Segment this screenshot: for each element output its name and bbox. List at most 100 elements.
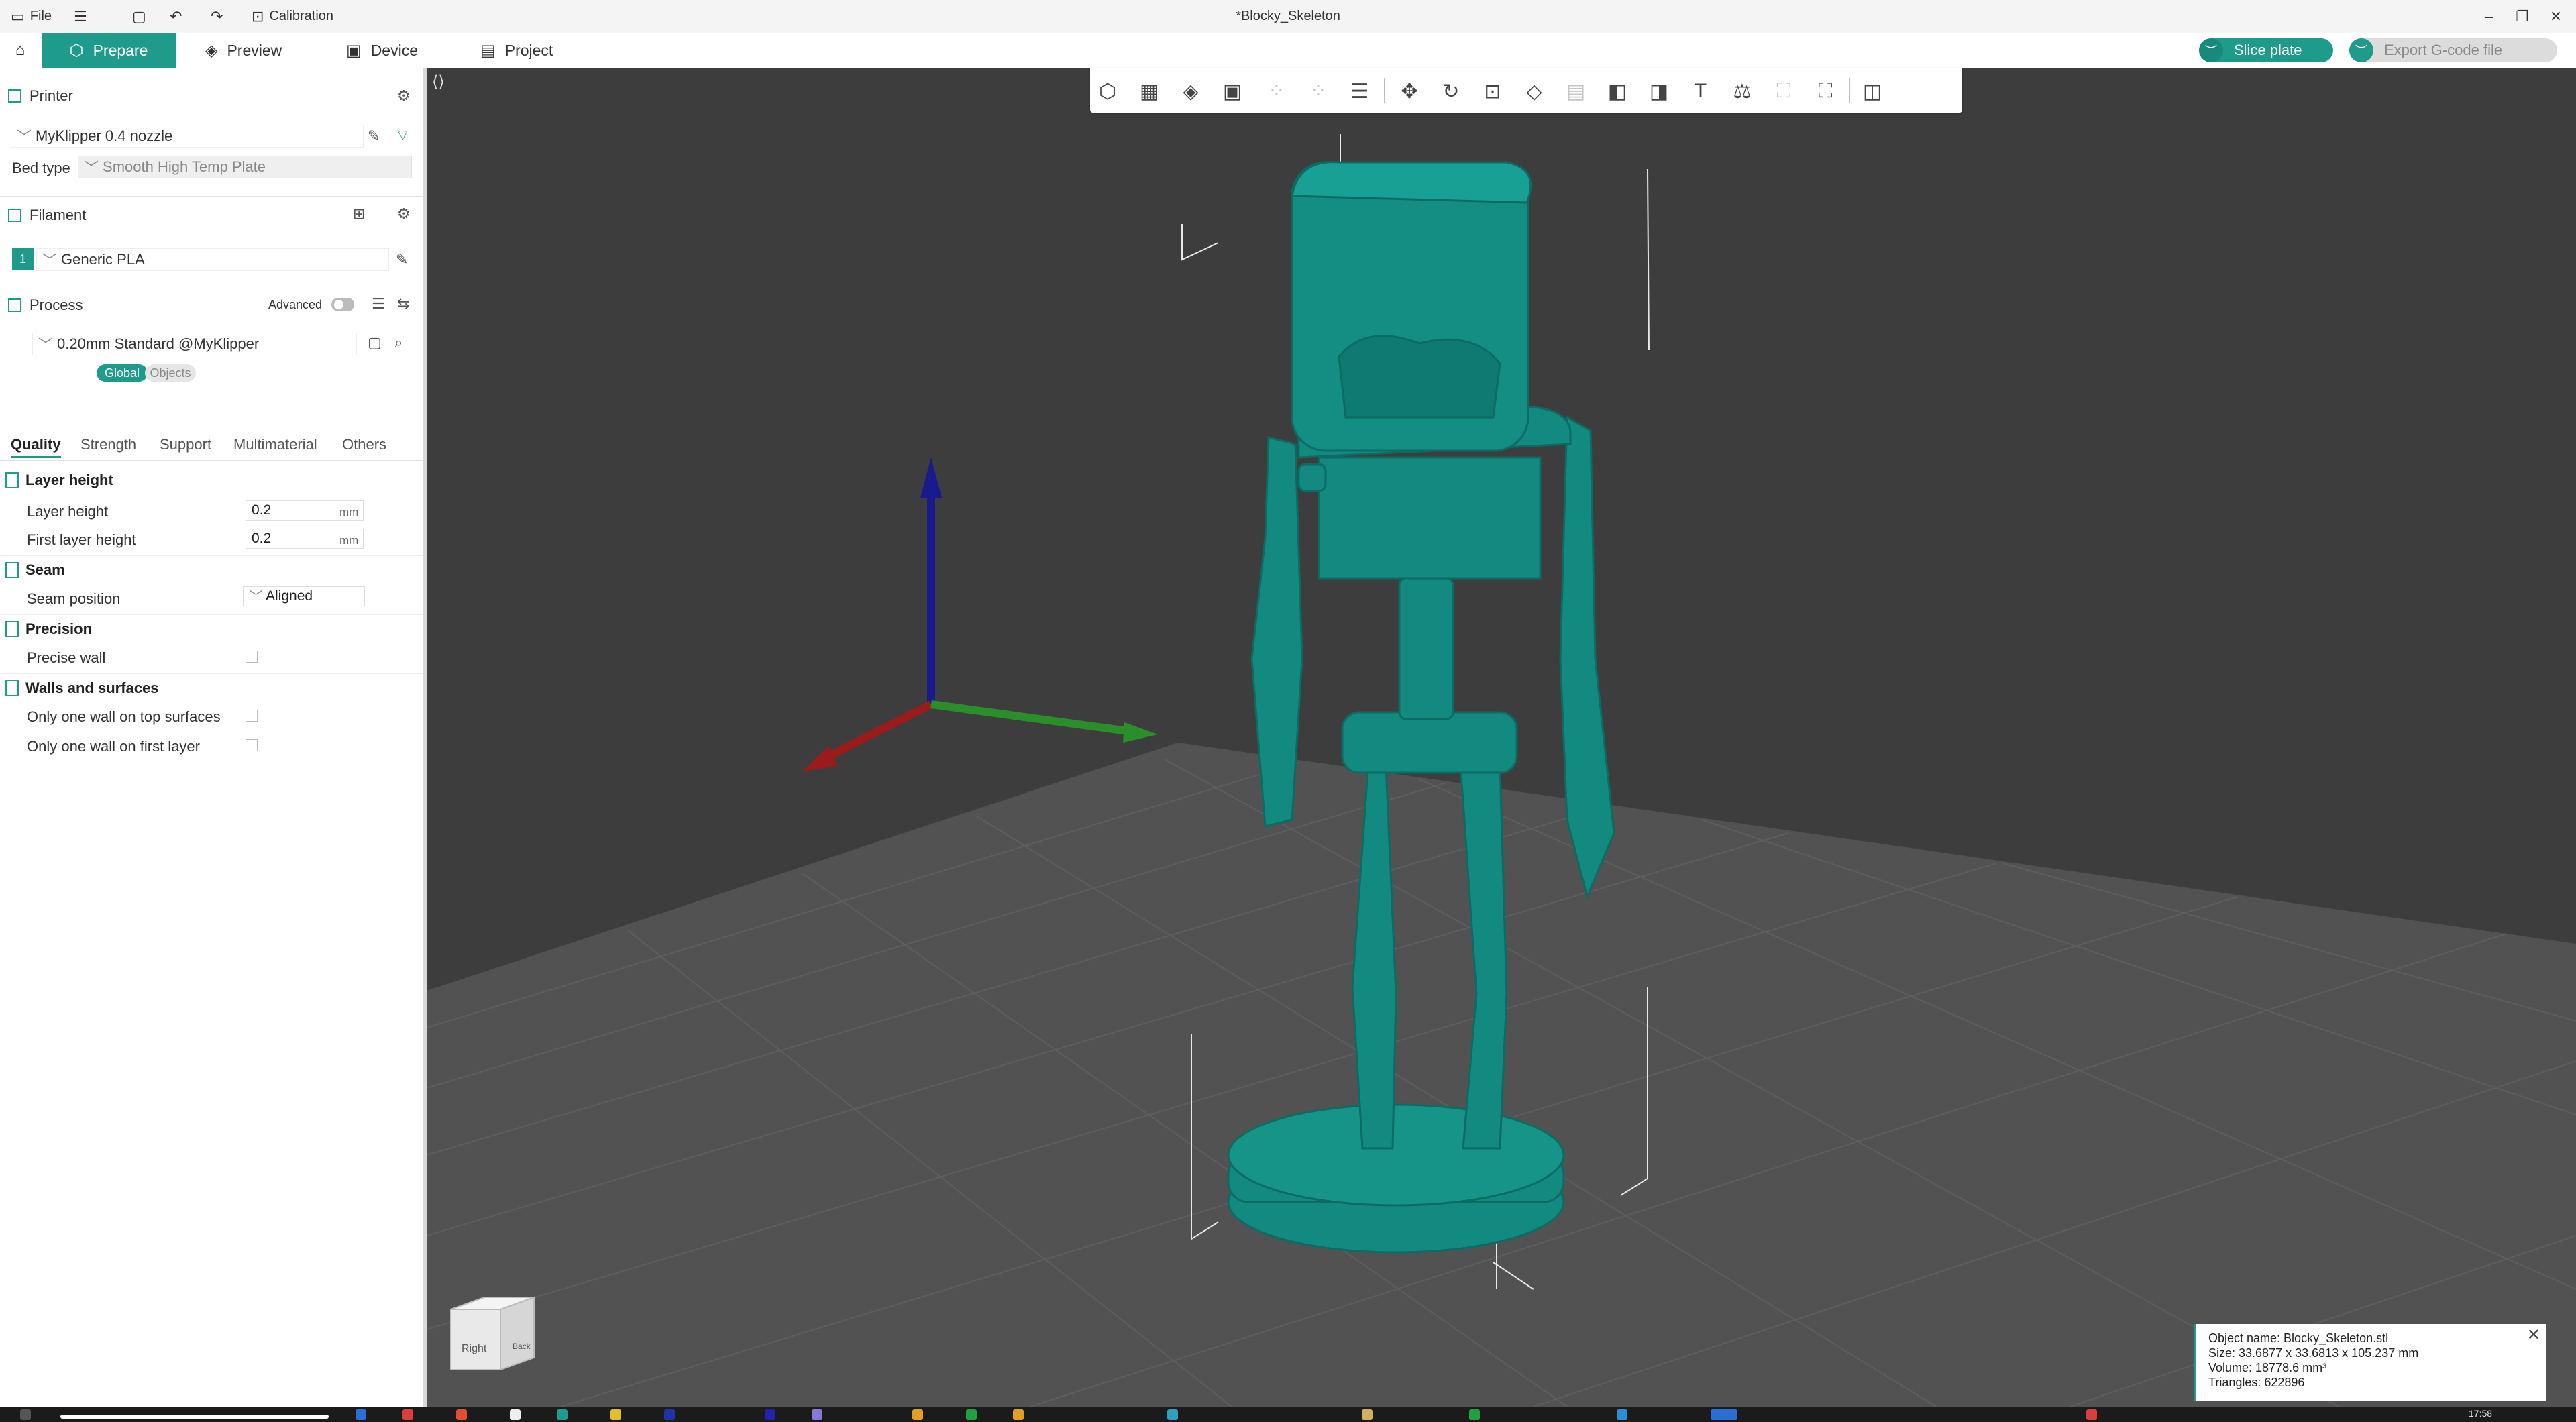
- app-icon[interactable]: [912, 1409, 923, 1420]
- advanced-toggle[interactable]: [331, 298, 354, 311]
- tab-quality[interactable]: Quality: [11, 436, 61, 458]
- search-icon[interactable]: ⌕: [394, 334, 402, 351]
- tab-prepare-label: Prepare: [93, 41, 148, 59]
- start-icon[interactable]: [20, 1409, 31, 1420]
- app-icon[interactable]: [1617, 1409, 1627, 1420]
- printer-section-header: Printer: [0, 79, 423, 113]
- move-icon[interactable]: ✥: [1395, 76, 1424, 106]
- home-button[interactable]: ⌂: [7, 33, 34, 68]
- tab-prepare[interactable]: ⬡ Prepare: [42, 33, 176, 68]
- orca-slicer-taskbar-icon[interactable]: [1711, 1409, 1737, 1420]
- process-list-icon[interactable]: ☰: [372, 295, 385, 313]
- settings-panel: Printer ⚙ ﹀ MyKlipper 0.4 nozzle ✎ ⌔ Bed…: [0, 68, 427, 1407]
- layer-height-group-header: Layer height: [0, 467, 423, 494]
- edit-printer-icon[interactable]: ✎: [368, 127, 380, 145]
- seam-position-label: Seam position: [27, 590, 121, 607]
- bed-type-select[interactable]: ﹀ Smooth High Temp Plate: [78, 156, 412, 178]
- filament-select[interactable]: ﹀ Generic PLA: [36, 248, 389, 271]
- assembly-icon[interactable]: ⛶: [1769, 76, 1799, 106]
- app-icon[interactable]: [557, 1409, 568, 1420]
- close-icon[interactable]: ✕: [2527, 1327, 2540, 1344]
- split-parts-icon[interactable]: ⁘: [1303, 76, 1333, 106]
- precise-wall-label: Precise wall: [27, 649, 106, 666]
- seam-position-select[interactable]: ﹀ Aligned: [243, 586, 365, 606]
- tab-multimaterial[interactable]: Multimaterial: [233, 436, 317, 453]
- app-icon[interactable]: [356, 1409, 366, 1420]
- arrange-icon[interactable]: ▣: [1218, 76, 1247, 106]
- slice-plate-button[interactable]: ︶ Slice plate: [2199, 38, 2333, 62]
- view-cube[interactable]: [450, 1296, 535, 1371]
- add-filament-icon[interactable]: ⊞: [353, 205, 365, 223]
- process-preset-select[interactable]: ﹀ 0.20mm Standard @MyKlipper: [32, 333, 357, 356]
- collapse-sidebar-icon[interactable]: ⟨⟩: [432, 72, 445, 92]
- 3d-viewport[interactable]: Right Back: [427, 68, 2576, 1407]
- assembly-view-icon[interactable]: ◫: [1858, 76, 1887, 106]
- app-icon[interactable]: [1013, 1409, 1024, 1420]
- export-gcode-button[interactable]: ︶ Export G-code file: [2349, 38, 2557, 62]
- precise-wall-checkbox[interactable]: [246, 651, 258, 663]
- add-object-icon[interactable]: ⬡: [1093, 76, 1122, 106]
- tab-preview[interactable]: ◈ Preview: [205, 33, 282, 68]
- process-preset-name: 0.20mm Standard @MyKlipper: [57, 335, 260, 352]
- app-icon[interactable]: [664, 1409, 675, 1420]
- divider: [0, 196, 423, 197]
- filament-slot-badge[interactable]: 1: [12, 248, 34, 270]
- app-icon[interactable]: [1469, 1409, 1480, 1420]
- app-icon[interactable]: [2086, 1409, 2097, 1420]
- precision-group-title: Precision: [25, 620, 93, 637]
- split-objects-icon[interactable]: ⁘: [1262, 76, 1291, 106]
- tab-project[interactable]: ▤ Project: [480, 33, 553, 68]
- tab-project-label: Project: [504, 41, 553, 59]
- walls-icon: [5, 680, 19, 696]
- edit-filament-icon[interactable]: ✎: [396, 251, 408, 268]
- measure-icon[interactable]: ⚖: [1727, 76, 1757, 106]
- chevron-down-icon: ﹀: [84, 160, 99, 176]
- divider: [0, 555, 423, 556]
- rotate-icon[interactable]: ↻: [1436, 76, 1466, 106]
- objects-toggle[interactable]: Objects: [145, 364, 196, 382]
- one-wall-first-checkbox[interactable]: [246, 739, 258, 751]
- layers-icon[interactable]: ☰: [1345, 76, 1375, 106]
- wifi-icon[interactable]: ⌔: [396, 126, 410, 145]
- auto-orient-icon[interactable]: ◈: [1176, 76, 1205, 106]
- export-dropdown-icon[interactable]: ︶: [2349, 38, 2373, 62]
- printer-settings-icon[interactable]: ⚙: [397, 87, 411, 105]
- window-title: *Blocky_Skeleton: [1236, 9, 1340, 23]
- slice-plate-label: Slice plate: [2234, 42, 2302, 58]
- tab-support[interactable]: Support: [160, 436, 211, 453]
- save-preset-icon[interactable]: ▢: [368, 334, 382, 351]
- text-icon[interactable]: T: [1686, 76, 1715, 106]
- app-icon[interactable]: [765, 1409, 775, 1420]
- app-icon[interactable]: [966, 1409, 977, 1420]
- taskbar-search[interactable]: [60, 1415, 329, 1419]
- printer-select[interactable]: ﹀ MyKlipper 0.4 nozzle: [11, 125, 364, 148]
- app-icon[interactable]: [1362, 1409, 1373, 1420]
- process-compare-icon[interactable]: ⇆: [397, 295, 409, 313]
- app-icon[interactable]: [812, 1409, 822, 1420]
- global-toggle[interactable]: Global: [97, 364, 148, 382]
- tab-strength[interactable]: Strength: [80, 436, 136, 453]
- toolbar-separator: [1384, 78, 1385, 103]
- one-wall-top-checkbox[interactable]: [246, 710, 258, 722]
- tab-others[interactable]: Others: [342, 436, 386, 453]
- object-volume: Volume: 18778.6 mm³: [2208, 1361, 2327, 1374]
- slice-dropdown-icon[interactable]: ︶: [2199, 38, 2223, 62]
- app-icon[interactable]: [610, 1409, 621, 1420]
- app-icon[interactable]: [402, 1409, 413, 1420]
- first-layer-height-label: First layer height: [27, 531, 136, 548]
- seam-position-value: Aligned: [266, 588, 313, 604]
- close-button[interactable]: ✕: [2536, 0, 2576, 33]
- lay-on-face-icon[interactable]: ◇: [1519, 76, 1549, 106]
- app-icon[interactable]: [456, 1409, 467, 1420]
- prepare-icon: ⬡: [69, 41, 84, 60]
- tab-device[interactable]: ▣ Device: [346, 33, 418, 68]
- app-icon[interactable]: [510, 1409, 521, 1420]
- app-icon[interactable]: [1167, 1409, 1178, 1420]
- seam-paint-icon[interactable]: ◨: [1644, 76, 1674, 106]
- scale-icon[interactable]: ⊡: [1478, 76, 1507, 106]
- cut-icon[interactable]: ▤: [1561, 76, 1591, 106]
- add-plate-icon[interactable]: ▦: [1134, 76, 1164, 106]
- support-paint-icon[interactable]: ◧: [1603, 76, 1632, 106]
- fit-view-icon[interactable]: ⛶: [1811, 76, 1840, 106]
- filament-settings-icon[interactable]: ⚙: [397, 205, 411, 223]
